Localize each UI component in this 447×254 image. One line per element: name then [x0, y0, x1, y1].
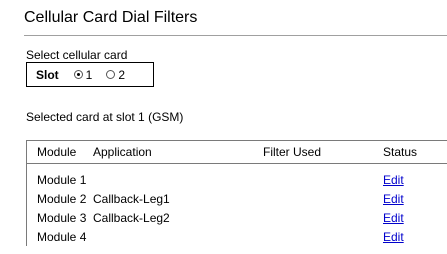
cell-module: Module 1	[37, 172, 87, 187]
cell-module: Module 4	[37, 229, 87, 244]
edit-link[interactable]: Edit	[383, 192, 404, 206]
slot-2-option[interactable]: 2	[106, 68, 125, 82]
header-filter-used: Filter Used	[263, 145, 322, 159]
cell-module: Module 3	[37, 210, 87, 225]
cell-application: Callback-Leg2	[93, 210, 170, 225]
select-card-label: Select cellular card	[26, 48, 128, 62]
filters-table: Module Application Filter Used Status Mo…	[26, 140, 447, 246]
slot-label: Slot	[36, 67, 59, 82]
header-application: Application	[93, 145, 152, 159]
page-title: Cellular Card Dial Filters	[24, 9, 198, 26]
slot-1-radio[interactable]	[73, 70, 83, 79]
edit-link[interactable]: Edit	[383, 230, 404, 244]
edit-link[interactable]: Edit	[383, 173, 404, 187]
slot-2-label: 2	[118, 67, 126, 82]
title-divider	[24, 35, 447, 36]
slot-1-option[interactable]: 1	[73, 67, 93, 82]
header-status: Status	[383, 145, 418, 159]
slot-1-label: 1	[85, 67, 93, 82]
cell-module: Module 2	[37, 191, 87, 206]
selected-card-info: Selected card at slot 1 (GSM)	[26, 110, 184, 124]
cell-application: Callback-Leg1	[93, 191, 170, 206]
table-body: Module 1 Edit Module 2 Callback-Leg1 Edi…	[27, 164, 447, 246]
slot-selector: Slot 1 2	[26, 62, 154, 87]
table-header: Module Application Filter Used Status	[27, 141, 447, 164]
slot-2-radio[interactable]	[106, 70, 116, 79]
edit-link[interactable]: Edit	[383, 211, 404, 225]
table-row: Module 4 Edit	[27, 227, 447, 246]
table-row: Module 2 Callback-Leg1 Edit	[27, 189, 447, 208]
table-row: Module 1 Edit	[27, 170, 447, 189]
table-row: Module 3 Callback-Leg2 Edit	[27, 208, 447, 227]
header-module: Module	[37, 145, 77, 159]
